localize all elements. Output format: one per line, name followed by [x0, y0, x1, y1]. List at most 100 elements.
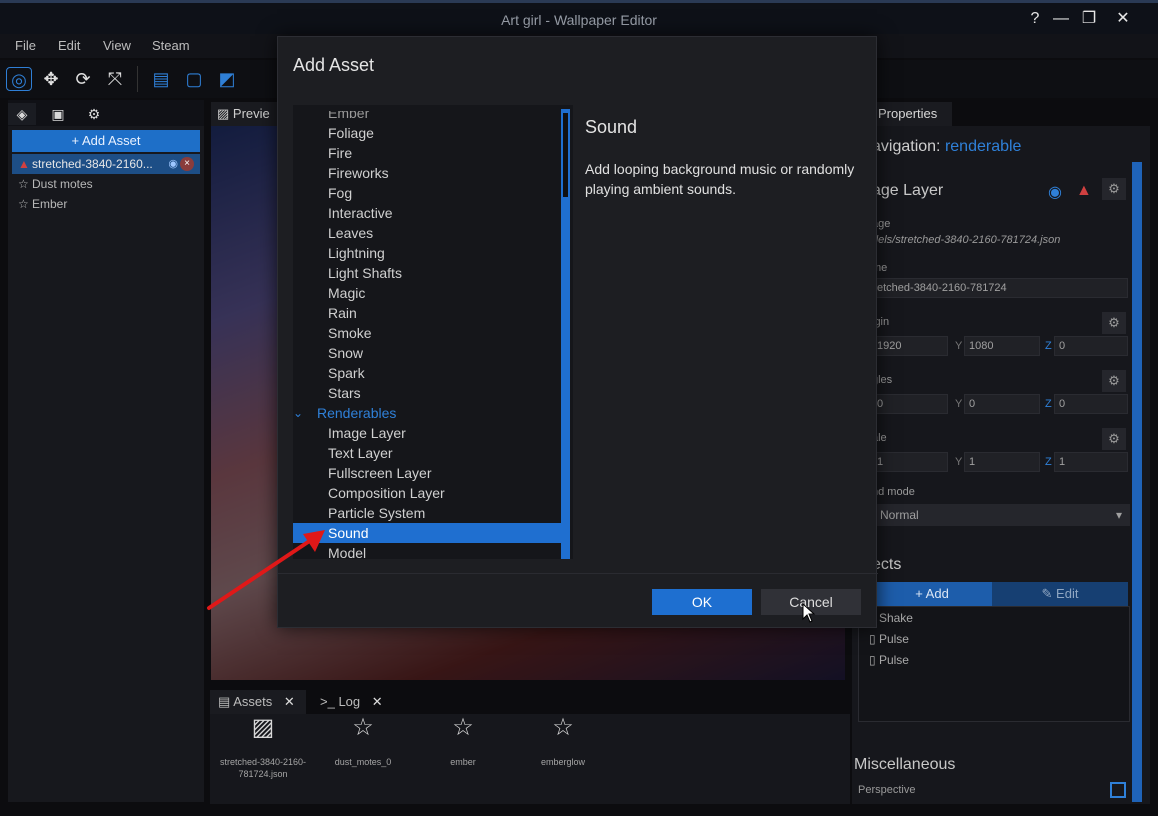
asset-item[interactable]: ☆ ember [418, 716, 508, 768]
scale-icon[interactable]: ⤧ [102, 67, 128, 91]
list-item[interactable]: Interactive [293, 203, 563, 223]
minimize-icon[interactable]: — [1050, 9, 1072, 29]
origin-x-field[interactable]: 1920 [872, 336, 948, 356]
list-item[interactable]: Smoke [293, 323, 563, 343]
detail-description: Add looping background music or randomly… [585, 161, 855, 197]
scale-y-field[interactable]: 1 [964, 452, 1040, 472]
scrollbar-thumb[interactable] [563, 113, 568, 197]
name-field[interactable]: etched-3840-2160-781724 [872, 278, 1128, 298]
blend-mode-select[interactable]: Normal ▾ [872, 504, 1130, 526]
gear-icon[interactable]: ⚙ [80, 103, 108, 125]
lock-icon[interactable]: ▲ [1076, 182, 1092, 200]
gear-icon[interactable]: ⚙ [1102, 178, 1126, 200]
navigation-label: avigation: [872, 138, 941, 155]
gear-icon[interactable]: ⚙ [1102, 312, 1126, 334]
angles-y-field[interactable]: 0 [964, 394, 1040, 414]
asset-item[interactable]: ☆ emberglow [518, 716, 608, 768]
add-asset-button[interactable]: + Add Asset [12, 130, 200, 152]
ok-button[interactable]: OK [652, 589, 752, 615]
list-item[interactable]: Fullscreen Layer [293, 463, 563, 483]
tab-assets-label: Assets [233, 694, 273, 709]
asset-item[interactable]: ▨ stretched-3840-2160-781724.json [218, 714, 308, 780]
restore-icon[interactable]: ❐ [1078, 9, 1100, 29]
layer-row[interactable]: ☆ Ember [12, 194, 200, 214]
angles-z-field[interactable]: 0 [1054, 394, 1128, 414]
terminal-icon: >_ [320, 694, 339, 709]
frame-icon[interactable]: ▢ [181, 67, 207, 91]
camera-icon[interactable]: ▣ [44, 103, 72, 125]
perspective-checkbox[interactable] [1110, 782, 1126, 798]
list-item[interactable]: Light Shafts [293, 263, 563, 283]
close-icon[interactable]: ✕ [1112, 9, 1134, 29]
list-item-label: Image Layer [328, 425, 406, 441]
scale-z-field[interactable]: 1 [1054, 452, 1128, 472]
angles-x-field[interactable]: 0 [872, 394, 948, 414]
asset-type-list[interactable]: Ember Foliage Fire Fireworks Fog Interactive L… [293, 105, 573, 559]
effect-label: Pulse [878, 632, 909, 646]
eye-icon[interactable]: ◉ [168, 154, 178, 174]
list-item[interactable]: ▯ Pulse [869, 653, 909, 667]
gear-icon[interactable]: ⚙ [1102, 370, 1126, 392]
chart-icon[interactable]: ◩ [214, 67, 240, 91]
list-item[interactable]: Image Layer [293, 423, 563, 443]
list-item[interactable]: Lightning [293, 243, 563, 263]
target-icon[interactable]: ◎ [6, 67, 32, 91]
annotation-arrow-icon [207, 530, 325, 610]
list-item[interactable]: Magic [293, 283, 563, 303]
list-item[interactable]: ▯ Pulse [869, 632, 909, 646]
list-item-label: Rain [328, 305, 357, 321]
axis-y-label: Y [955, 456, 963, 468]
gear-icon[interactable]: ⚙ [1102, 428, 1126, 450]
grid-icon[interactable]: ▤ [148, 67, 174, 91]
scale-x-field[interactable]: 1 [872, 452, 948, 472]
tab-assets[interactable]: ▤ Assets ✕ [210, 690, 306, 714]
image-icon: ▨ [251, 714, 275, 741]
list-item[interactable]: Text Layer [293, 443, 563, 463]
category-renderables[interactable]: ⌄ Renderables [293, 403, 563, 423]
list-item-label: Particle System [328, 505, 426, 521]
menu-file[interactable]: File [15, 38, 36, 53]
remove-icon[interactable]: × [180, 157, 194, 171]
miscellaneous-title: Miscellaneous [854, 756, 956, 773]
properties-scrollbar[interactable] [1132, 162, 1142, 802]
add-effect-button[interactable]: + Add [872, 582, 992, 606]
asset-label: emberglow [540, 757, 586, 767]
menu-view[interactable]: View [103, 38, 131, 53]
origin-z-field[interactable]: 0 [1054, 336, 1128, 356]
list-item[interactable]: Leaves [293, 223, 563, 243]
asset-detail: Sound Add looping background music or ra… [583, 105, 863, 559]
list-item[interactable]: Composition Layer [293, 483, 563, 503]
list-item[interactable]: Fire [293, 143, 563, 163]
list-item[interactable]: Particle System [293, 503, 563, 523]
layer-row[interactable]: ▲ stretched-3840-2160... ◉ × [12, 154, 200, 174]
help-icon[interactable]: ? [1024, 9, 1046, 29]
layer-row[interactable]: ☆ Dust motes [12, 174, 200, 194]
list-item[interactable]: Fog [293, 183, 563, 203]
tab-log[interactable]: >_ Log ✕ [312, 690, 396, 714]
list-item[interactable]: Rain [293, 303, 563, 323]
list-scrollbar[interactable] [561, 109, 570, 559]
list-item[interactable]: Foliage [293, 123, 563, 143]
move-icon[interactable]: ✥ [38, 67, 64, 91]
close-icon[interactable]: ✕ [284, 694, 295, 709]
navigation-link[interactable]: renderable [945, 138, 1022, 155]
rotate-icon[interactable]: ⟳ [70, 67, 96, 91]
eye-icon[interactable]: ◉ [1048, 182, 1062, 202]
origin-y-field[interactable]: 1080 [964, 336, 1040, 356]
list-item[interactable]: Fireworks [293, 163, 563, 183]
list-item-label: Spark [328, 365, 365, 381]
properties-tab[interactable]: Properties [872, 102, 952, 126]
menu-edit[interactable]: Edit [58, 38, 80, 53]
list-item[interactable]: Snow [293, 343, 563, 363]
list-item-label: Lightning [328, 245, 385, 261]
layers-icon[interactable]: ◈ [8, 103, 36, 125]
close-icon[interactable]: ✕ [372, 694, 383, 709]
list-item[interactable]: Spark [293, 363, 563, 383]
list-item[interactable]: Stars [293, 383, 563, 403]
list-item[interactable]: Ember [293, 111, 563, 121]
menu-steam[interactable]: Steam [152, 38, 190, 53]
axis-y-label: Y [955, 398, 963, 410]
list-item-label: Fire [328, 145, 353, 161]
edit-effect-button[interactable]: ✎ Edit [992, 582, 1128, 606]
asset-item[interactable]: ☆ dust_motes_0 [318, 716, 408, 768]
